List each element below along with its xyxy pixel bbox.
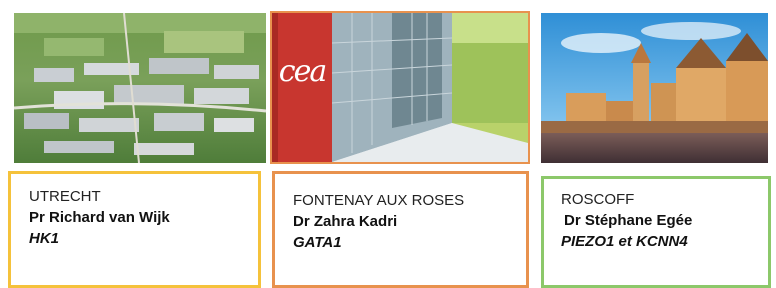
city-label: ROSCOFF — [561, 191, 635, 208]
city-label: UTRECHT — [29, 188, 101, 205]
gene-label: GATA1 — [293, 234, 342, 251]
utrecht-photo — [14, 13, 266, 163]
lab-card-roscoff: ROSCOFF Dr Stéphane Egée PIEZO1 et KCNN4 — [541, 176, 771, 288]
fontenay-photo: cea — [270, 11, 530, 164]
roscoff-photo — [541, 13, 768, 163]
city-label: FONTENAY AUX ROSES — [293, 192, 465, 209]
researcher-name: Pr Richard van Wijk — [29, 209, 170, 226]
lab-card-utrecht: UTRECHT Pr Richard van Wijk HK1 — [8, 171, 261, 288]
cea-logo: cea — [278, 54, 327, 89]
researcher-name: Dr Stéphane Egée — [564, 212, 693, 229]
gene-label: PIEZO1 et KCNN4 — [561, 233, 688, 250]
researcher-name: Dr Zahra Kadri — [293, 213, 398, 230]
gene-label: HK1 — [29, 230, 60, 247]
lab-card-fontenay: FONTENAY AUX ROSES Dr Zahra Kadri GATA1 — [272, 171, 529, 288]
